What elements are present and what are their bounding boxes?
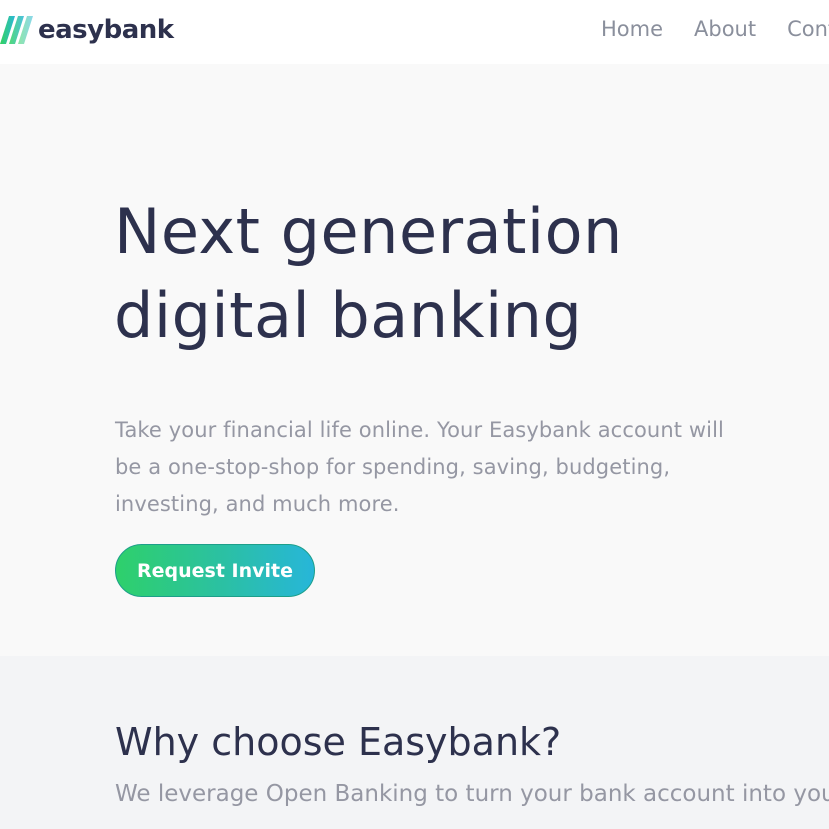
main-nav: Home About Contact xyxy=(601,14,829,44)
hero-section: Next generation digital banking Take you… xyxy=(0,64,829,656)
hero-title-line-2: digital banking xyxy=(114,279,583,352)
page: easybank Home About Contact Next generat… xyxy=(0,0,829,829)
logo-text: easybank xyxy=(38,15,174,45)
logo[interactable]: easybank xyxy=(0,14,174,46)
logo-stripes-icon xyxy=(0,16,33,44)
hero-description-line-2: be a one-stop-shop for spending, saving,… xyxy=(115,455,671,479)
hero-description: Take your financial life online. Your Ea… xyxy=(115,412,795,523)
nav-home[interactable]: Home xyxy=(601,14,663,44)
why-description: We leverage Open Banking to turn your ba… xyxy=(115,781,829,807)
hero-description-line-1: Take your financial life online. Your Ea… xyxy=(115,418,724,442)
site-header: easybank Home About Contact xyxy=(0,0,829,64)
why-section: Why choose Easybank? We leverage Open Ba… xyxy=(0,656,829,829)
request-invite-button[interactable]: Request Invite xyxy=(115,544,315,597)
hero-title: Next generation digital banking xyxy=(114,190,734,358)
hero-title-line-1: Next generation xyxy=(114,195,623,268)
hero-description-line-3: investing, and much more. xyxy=(115,492,400,516)
nav-about[interactable]: About xyxy=(694,14,756,44)
why-title: Why choose Easybank? xyxy=(115,720,562,764)
nav-contact[interactable]: Contact xyxy=(787,14,829,44)
